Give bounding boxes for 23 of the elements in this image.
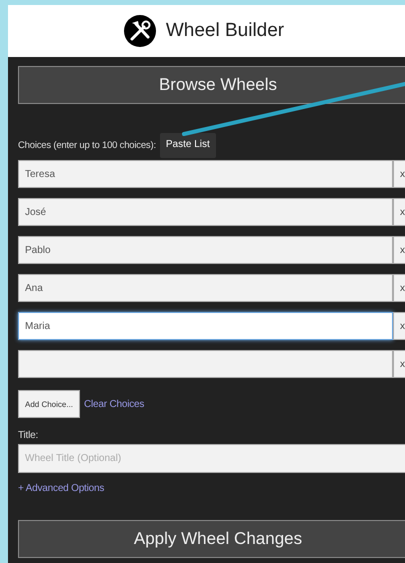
paste-list-button[interactable]: Paste List (160, 133, 216, 158)
tools-icon (124, 15, 156, 47)
remove-choice-button[interactable]: x (393, 198, 405, 226)
title-field[interactable]: Wheel Title (Optional) (18, 444, 405, 473)
title-label: Title: (18, 430, 38, 441)
remove-choice-button[interactable]: x (393, 160, 405, 188)
apply-wheel-changes-button[interactable]: Apply Wheel Changes (18, 520, 405, 558)
clear-choices-link[interactable]: Clear Choices (84, 398, 144, 410)
choice-field[interactable]: Teresa (18, 160, 393, 188)
add-choice-button[interactable]: Add Choice... (18, 390, 80, 418)
choices-label: Choices (enter up to 100 choices): (18, 140, 156, 151)
remove-choice-button[interactable]: x (393, 312, 405, 340)
choice-field[interactable]: José (18, 198, 393, 226)
choice-field[interactable]: Ana (18, 274, 393, 302)
remove-choice-button[interactable]: x (393, 274, 405, 302)
choice-field[interactable] (18, 350, 393, 378)
choice-field[interactable]: Maria (18, 312, 393, 340)
remove-choice-button[interactable]: x (393, 236, 405, 264)
remove-choice-button[interactable]: x (393, 350, 405, 378)
app-title: Wheel Builder (166, 20, 284, 42)
choice-field[interactable]: Pablo (18, 236, 393, 264)
browse-wheels-button[interactable]: Browse Wheels (18, 66, 405, 104)
advanced-options-link[interactable]: + Advanced Options (18, 483, 104, 494)
